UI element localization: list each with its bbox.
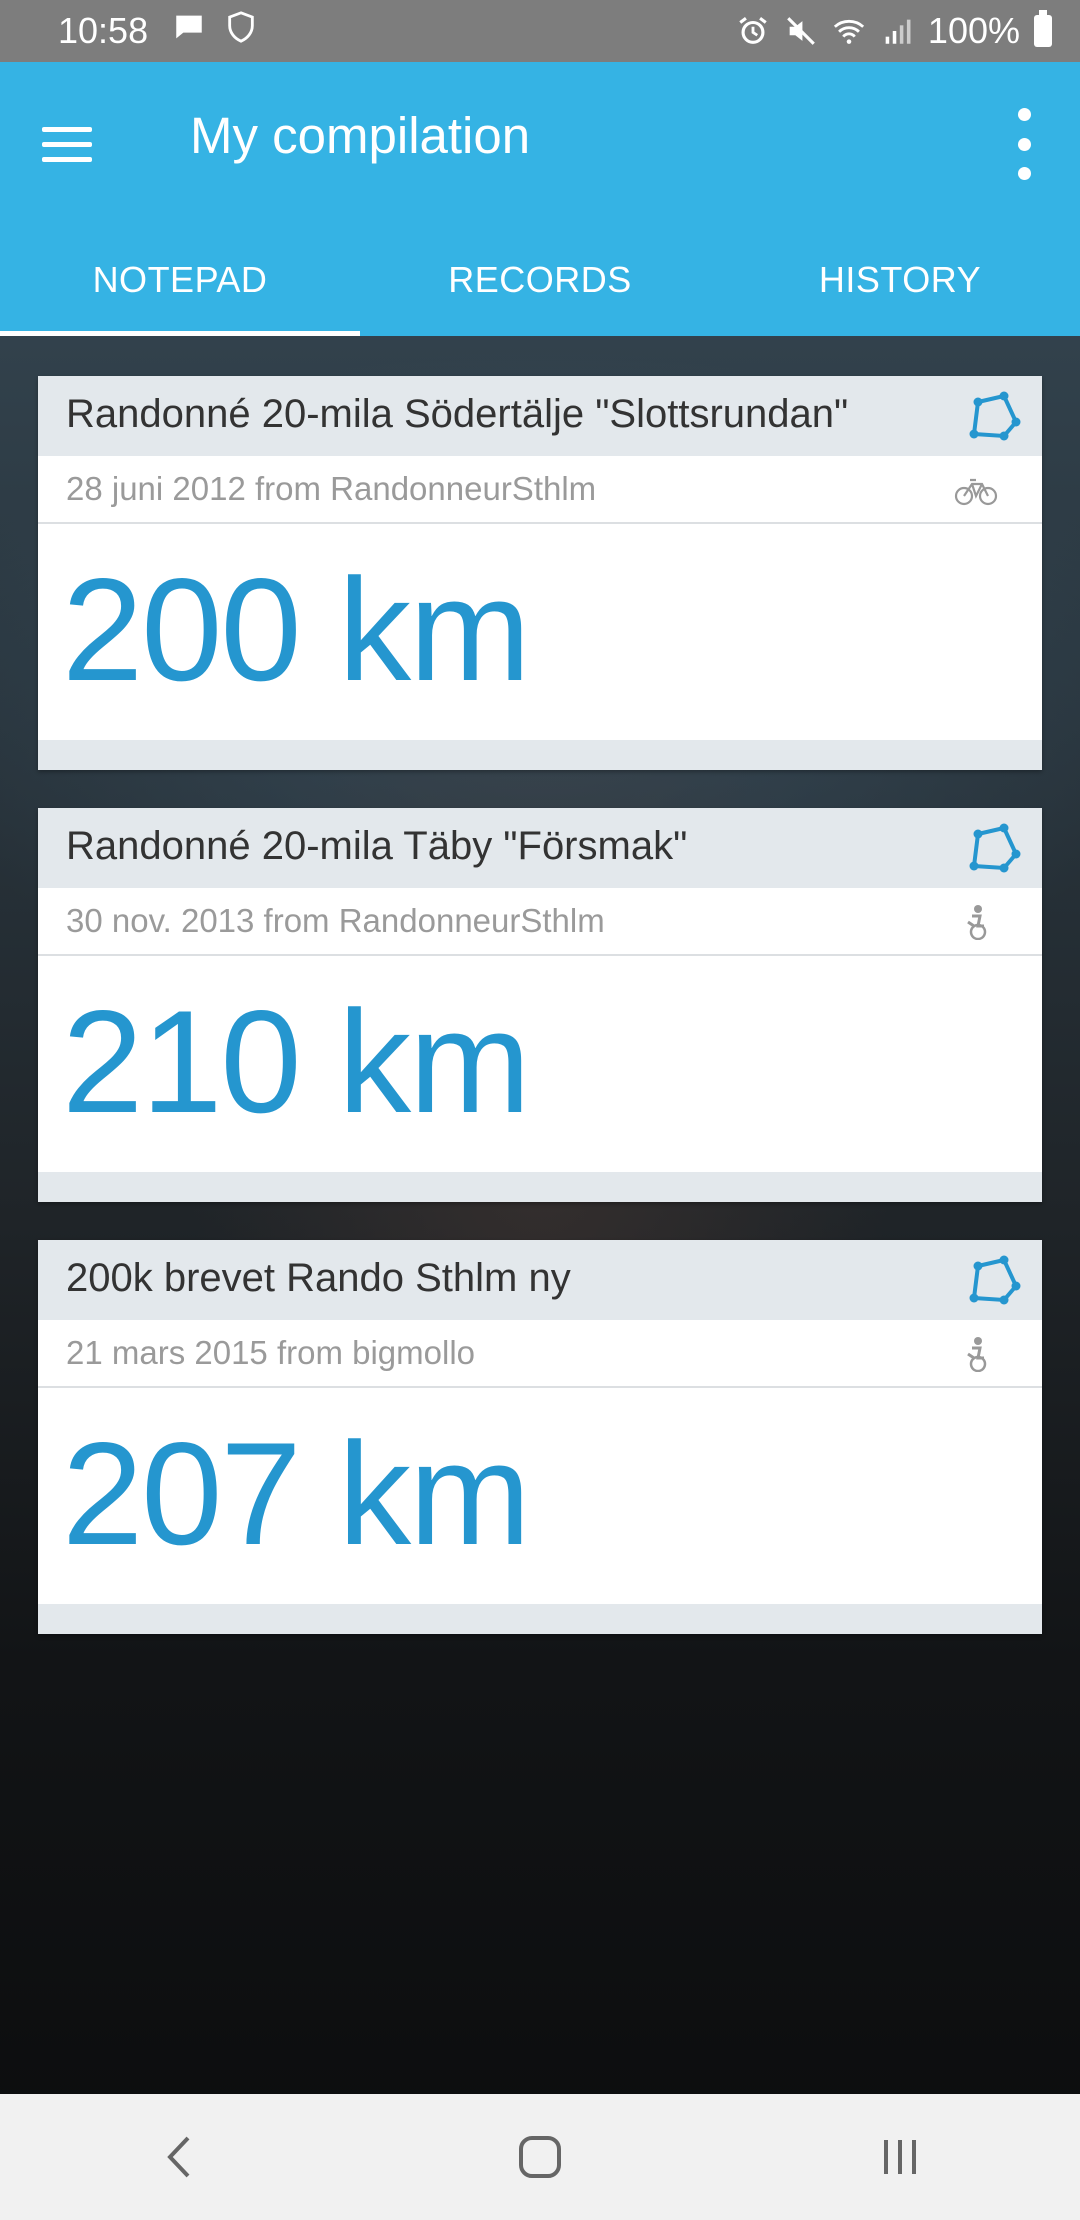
card-footer (38, 1172, 1042, 1202)
route-card[interactable]: Randonné 20-mila Täby "Försmak" 30 nov. … (38, 808, 1042, 1202)
alarm-icon (739, 17, 767, 44)
card-header: 200k brevet Rando Sthlm ny (38, 1240, 1042, 1320)
battery-percent: 100% (927, 10, 1020, 51)
card-title: 200k brevet Rando Sthlm ny (66, 1256, 571, 1300)
more-vert-icon[interactable] (1012, 108, 1036, 180)
card-date-source: 30 nov. 2013 from RandonneurSthlm (66, 902, 605, 939)
app-bar: My compilation NOTEPAD RECORDS HISTORY (0, 62, 1080, 336)
page-title: My compilation (190, 107, 531, 164)
card-distance: 200 km (62, 548, 531, 711)
card-date-source: 28 juni 2012 from RandonneurSthlm (66, 470, 597, 507)
route-icon[interactable] (964, 1252, 1022, 1310)
cyclist-icon (967, 905, 987, 940)
card-title: Randonné 20-mila Täby "Försmak" (66, 824, 688, 868)
home-icon[interactable] (500, 2117, 580, 2197)
hamburger-menu-icon[interactable] (42, 112, 106, 176)
tab-history[interactable]: HISTORY (720, 224, 1080, 336)
cyclist-icon (967, 1337, 987, 1372)
system-nav-bar (0, 2094, 1080, 2220)
chat-icon (176, 15, 202, 39)
status-system-icons: 100% (736, 10, 1052, 52)
status-notification-icons (172, 10, 258, 44)
battery-icon (1034, 10, 1052, 47)
card-distance: 210 km (62, 980, 531, 1143)
route-icon[interactable] (964, 388, 1022, 446)
card-distance: 207 km (62, 1412, 531, 1575)
signal-icon (885, 19, 911, 44)
route-card[interactable]: 200k brevet Rando Sthlm ny 21 mars 2015 … (38, 1240, 1042, 1634)
tab-records[interactable]: RECORDS (360, 224, 720, 336)
status-bar: 10:58 100% (0, 0, 1080, 62)
bicycle-icon (954, 478, 998, 506)
back-icon[interactable] (140, 2117, 220, 2197)
card-header: Randonné 20-mila Täby "Försmak" (38, 808, 1042, 888)
card-meta: 21 mars 2015 from bigmollo (38, 1320, 1042, 1388)
card-meta: 28 juni 2012 from RandonneurSthlm (38, 456, 1042, 524)
card-meta: 30 nov. 2013 from RandonneurSthlm (38, 888, 1042, 956)
card-header: Randonné 20-mila Södertälje "Slottsrunda… (38, 376, 1042, 456)
card-footer (38, 1604, 1042, 1634)
shield-icon (228, 11, 254, 43)
recents-icon[interactable] (860, 2117, 940, 2197)
card-title: Randonné 20-mila Södertälje "Slottsrunda… (66, 392, 849, 436)
tab-notepad[interactable]: NOTEPAD (0, 224, 360, 336)
card-footer (38, 740, 1042, 770)
tab-bar: NOTEPAD RECORDS HISTORY (0, 224, 1080, 336)
mute-icon (787, 17, 815, 45)
wifi-icon (833, 19, 865, 44)
route-icon[interactable] (964, 820, 1022, 878)
route-card[interactable]: Randonné 20-mila Södertälje "Slottsrunda… (38, 376, 1042, 770)
card-date-source: 21 mars 2015 from bigmollo (66, 1334, 476, 1371)
status-time: 10:58 (58, 10, 149, 51)
